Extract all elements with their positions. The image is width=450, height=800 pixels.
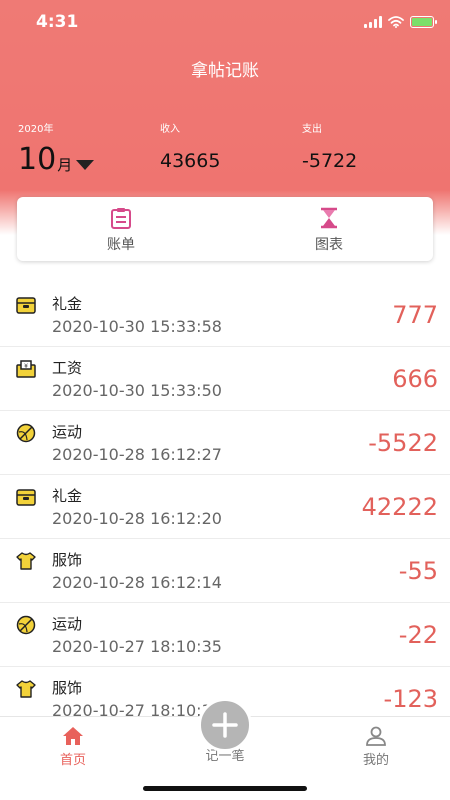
sport-ball-icon [16, 615, 36, 635]
transaction-time: 2020-10-28 16:12:20 [52, 509, 222, 528]
view-tabs: 账单 图表 [17, 197, 433, 261]
transaction-amount: -55 [398, 557, 438, 585]
transaction-category: 运动 [52, 615, 83, 633]
tabbar-home[interactable]: 首页 [28, 725, 118, 768]
transaction-row[interactable]: 服饰 2020-10-28 16:12:14 -55 [0, 539, 450, 603]
tabbar-mine[interactable]: 我的 [331, 725, 421, 768]
wifi-icon [388, 16, 404, 28]
status-bar: 4:31 [0, 0, 450, 44]
transaction-amount: 42222 [361, 493, 438, 521]
svg-text:¥: ¥ [24, 363, 28, 370]
home-indicator [143, 786, 307, 791]
transaction-category: 礼金 [52, 295, 83, 313]
income-label: 收入 [160, 124, 180, 135]
transaction-row[interactable]: 运动 2020-10-27 18:10:35 -22 [0, 603, 450, 667]
month-suffix: 月 [57, 156, 73, 174]
transaction-category: 服饰 [52, 551, 83, 569]
transaction-amount: 777 [392, 301, 438, 329]
transaction-time: 2020-10-30 15:33:58 [52, 317, 222, 336]
tab-bill[interactable]: 账单 [17, 197, 225, 261]
tab-bill-label: 账单 [107, 237, 135, 253]
plus-icon [212, 712, 238, 738]
transaction-row[interactable]: ¥ 工资 2020-10-30 15:33:50 666 [0, 347, 450, 411]
transaction-time: 2020-10-27 18:10:35 [52, 637, 222, 656]
add-record-button[interactable] [198, 698, 252, 752]
income-value: 43665 [160, 150, 221, 172]
hourglass-icon [321, 207, 337, 229]
expense-label: 支出 [302, 124, 322, 135]
tab-chart[interactable]: 图表 [225, 197, 433, 261]
transaction-amount: -22 [398, 621, 438, 649]
month-picker[interactable]: 10 月 [18, 142, 95, 177]
gift-box-icon [16, 297, 36, 314]
caret-down-icon [76, 160, 95, 170]
home-icon [63, 727, 83, 745]
transaction-category: 工资 [52, 359, 83, 377]
salary-icon: ¥ [16, 360, 36, 378]
app-title: 拿帖记账 [191, 61, 259, 81]
user-icon [366, 726, 386, 746]
transaction-row[interactable]: 礼金 2020-10-30 15:33:58 777 [0, 283, 450, 347]
gift-box-icon [16, 489, 36, 506]
transaction-time: 2020-10-28 16:12:27 [52, 445, 222, 464]
transaction-list: 礼金 2020-10-30 15:33:58 777 ¥ 工资 2020-10-… [0, 283, 450, 731]
tshirt-icon [16, 680, 36, 698]
tab-chart-label: 图表 [315, 237, 343, 253]
tabbar-home-label: 首页 [59, 753, 86, 768]
transaction-row[interactable]: 运动 2020-10-28 16:12:27 -5522 [0, 411, 450, 475]
tshirt-icon [16, 552, 36, 570]
battery-icon [410, 16, 437, 28]
transaction-amount: -5522 [368, 429, 438, 457]
transaction-time: 2020-10-30 15:33:50 [52, 381, 222, 400]
signal-icon [364, 16, 382, 28]
sport-ball-icon [16, 423, 36, 443]
transaction-amount: -123 [383, 685, 438, 713]
month-number: 10 [18, 142, 57, 177]
transaction-row[interactable]: 礼金 2020-10-28 16:12:20 42222 [0, 475, 450, 539]
bill-icon [111, 208, 131, 229]
transaction-category: 礼金 [52, 487, 83, 505]
transaction-category: 服饰 [52, 679, 83, 697]
status-icons [364, 14, 437, 30]
transaction-amount: 666 [392, 365, 438, 393]
transaction-category: 运动 [52, 423, 83, 441]
transaction-time: 2020-10-28 16:12:14 [52, 573, 222, 592]
year-label: 2020年 [18, 124, 54, 135]
tabbar-mine-label: 我的 [362, 753, 389, 768]
expense-value: -5722 [302, 150, 358, 172]
status-time: 4:31 [36, 12, 79, 32]
